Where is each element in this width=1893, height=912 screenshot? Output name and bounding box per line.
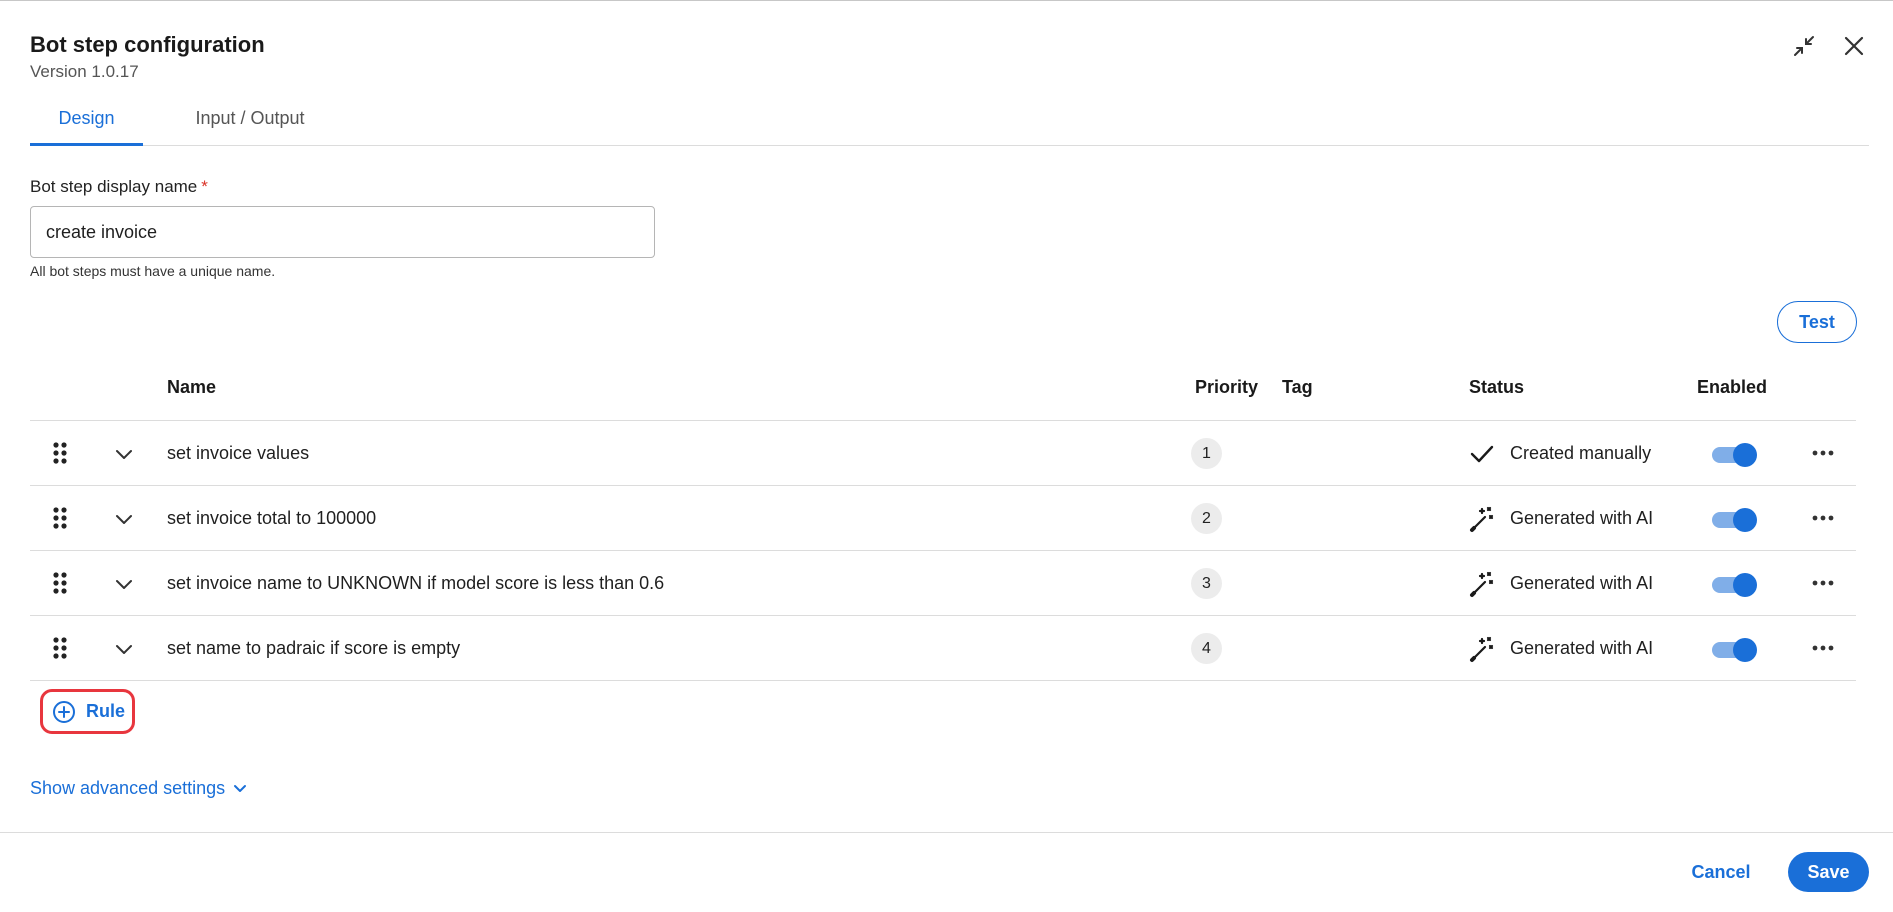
test-button[interactable]: Test bbox=[1777, 301, 1857, 343]
priority-badge: 1 bbox=[1191, 438, 1222, 469]
tab-design[interactable]: Design bbox=[30, 104, 143, 146]
save-button[interactable]: Save bbox=[1788, 852, 1869, 892]
toggle-knob bbox=[1733, 573, 1757, 597]
column-header-priority: Priority bbox=[1195, 377, 1259, 397]
dialog-version: Version 1.0.17 bbox=[30, 62, 139, 81]
collapse-arrows-icon[interactable] bbox=[1789, 31, 1819, 61]
more-options-icon[interactable] bbox=[1809, 571, 1837, 595]
column-header-tag: Tag bbox=[1282, 377, 1313, 397]
status-text: Generated with AI bbox=[1510, 638, 1654, 658]
show-advanced-settings-link[interactable]: Show advanced settings bbox=[30, 778, 247, 799]
rule-name: set invoice name to UNKNOWN if model sco… bbox=[167, 573, 665, 593]
rule-name: set invoice values bbox=[167, 443, 310, 463]
chevron-down-icon bbox=[234, 784, 247, 792]
chevron-down-icon[interactable] bbox=[112, 637, 136, 661]
enabled-toggle[interactable] bbox=[1710, 570, 1758, 598]
table-row: set invoice name to UNKNOWN if model sco… bbox=[30, 551, 1856, 616]
cancel-button[interactable]: Cancel bbox=[1681, 852, 1761, 892]
chevron-down-icon[interactable] bbox=[112, 572, 136, 596]
column-header-name: Name bbox=[167, 377, 217, 397]
more-options-icon[interactable] bbox=[1809, 506, 1837, 530]
close-icon[interactable] bbox=[1839, 31, 1869, 61]
add-rule-label: Rule bbox=[86, 701, 126, 721]
magic-wand-icon bbox=[1468, 635, 1496, 663]
advanced-settings-label: Show advanced settings bbox=[30, 778, 226, 798]
dialog-title: Bot step configuration bbox=[30, 32, 265, 57]
more-options-icon[interactable] bbox=[1809, 636, 1837, 660]
chevron-down-icon[interactable] bbox=[112, 507, 136, 531]
tab-input-output[interactable]: Input / Output bbox=[161, 104, 339, 146]
priority-badge: 3 bbox=[1191, 568, 1222, 599]
toggle-knob bbox=[1733, 508, 1757, 532]
toggle-knob bbox=[1733, 638, 1757, 662]
rule-name: set name to padraic if score is empty bbox=[167, 638, 461, 658]
chevron-down-icon[interactable] bbox=[112, 442, 136, 466]
top-border bbox=[0, 0, 1893, 1]
enabled-toggle[interactable] bbox=[1710, 505, 1758, 533]
status-text: Generated with AI bbox=[1510, 508, 1654, 528]
display-name-label: Bot step display name * bbox=[30, 177, 208, 197]
enabled-toggle[interactable] bbox=[1710, 440, 1758, 468]
plus-circle-icon bbox=[53, 700, 75, 723]
status-text: Generated with AI bbox=[1510, 573, 1654, 593]
column-header-enabled: Enabled bbox=[1697, 377, 1768, 397]
tab-bar: Design Input / Output bbox=[30, 104, 1869, 146]
display-name-input[interactable] bbox=[30, 206, 655, 258]
drag-handle-icon[interactable] bbox=[52, 441, 68, 465]
status-text: Created manually bbox=[1510, 443, 1652, 463]
priority-badge: 4 bbox=[1191, 633, 1222, 664]
toggle-knob bbox=[1733, 443, 1757, 467]
drag-handle-icon[interactable] bbox=[52, 506, 68, 530]
more-options-icon[interactable] bbox=[1809, 441, 1837, 465]
magic-wand-icon bbox=[1468, 570, 1496, 598]
checkmark-icon bbox=[1468, 440, 1496, 468]
drag-handle-icon[interactable] bbox=[52, 636, 68, 660]
column-header-status: Status bbox=[1469, 377, 1525, 397]
add-rule-button[interactable]: Rule bbox=[40, 689, 135, 734]
display-name-helper: All bot steps must have a unique name. bbox=[30, 263, 276, 279]
display-name-label-text: Bot step display name bbox=[30, 177, 198, 196]
table-row: set invoice total to 100000 2 Generated … bbox=[30, 486, 1856, 551]
footer-divider bbox=[0, 832, 1893, 833]
magic-wand-icon bbox=[1468, 505, 1496, 533]
required-marker: * bbox=[201, 177, 208, 196]
priority-badge: 2 bbox=[1191, 503, 1222, 534]
table-row: set invoice values 1 Created manually bbox=[30, 421, 1856, 486]
enabled-toggle[interactable] bbox=[1710, 635, 1758, 663]
drag-handle-icon[interactable] bbox=[52, 571, 68, 595]
rule-name: set invoice total to 100000 bbox=[167, 508, 377, 528]
table-row: set name to padraic if score is empty 4 … bbox=[30, 616, 1856, 681]
